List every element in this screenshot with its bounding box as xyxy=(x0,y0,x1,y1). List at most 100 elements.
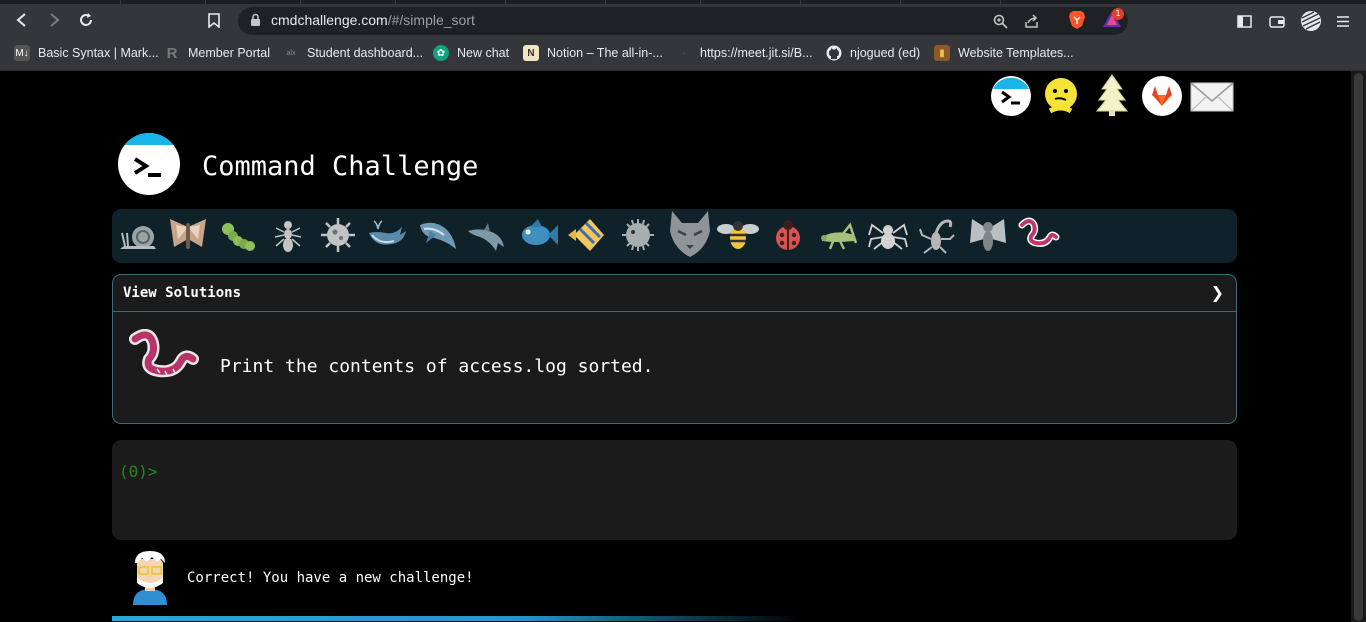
back-arrow-icon xyxy=(16,13,26,27)
reload-button[interactable] xyxy=(74,8,98,32)
bookmarks-bar: M↓ Basic Syntax | Mark... R Member Portal … xyxy=(0,37,1366,71)
oops-link[interactable]: · xyxy=(1041,75,1083,118)
jitsi-icon: · xyxy=(682,47,686,59)
bee-icon[interactable] xyxy=(716,213,760,257)
bookmark-page-button[interactable] xyxy=(202,8,226,32)
fish-icon[interactable] xyxy=(516,213,560,257)
templates-icon: ▮ xyxy=(934,45,950,61)
challenge-creature-bar xyxy=(112,209,1237,263)
forward-arrow-icon xyxy=(50,13,60,27)
bookmark-item-jitsi[interactable]: · https://meet.jit.si/B... xyxy=(676,43,813,63)
snail-icon[interactable] xyxy=(116,213,160,257)
url-host: cmdchallenge.com xyxy=(271,12,388,28)
bookmark-icon xyxy=(208,12,220,28)
fly-icon[interactable] xyxy=(966,213,1010,257)
url-text[interactable]: cmdchallenge.com/#/simple_sort xyxy=(271,12,475,28)
bookmark-item-student-dashboard[interactable]: alx Student dashboard... xyxy=(283,43,424,63)
notion-icon: N xyxy=(523,45,539,61)
scrollbar-thumb[interactable] xyxy=(1354,73,1363,621)
gitlab-link[interactable] xyxy=(1141,75,1183,117)
bookmark-item-notion[interactable]: N Notion – The all-in-... xyxy=(523,43,663,63)
zoom-icon xyxy=(993,14,1008,29)
bookmark-label: New chat xyxy=(457,46,510,60)
ant-icon[interactable] xyxy=(266,213,310,257)
worm-challenge-icon xyxy=(129,329,199,378)
browser-toolbar: cmdchallenge.com/#/simple_sort 1 xyxy=(0,4,1366,37)
svg-text:·: · xyxy=(1067,107,1070,117)
gitlab-icon xyxy=(1142,76,1182,116)
sidebar-icon xyxy=(1236,14,1252,28)
rewards-badge: 1 xyxy=(1112,8,1124,20)
brave-shields-icon[interactable] xyxy=(1068,10,1086,30)
bookmark-item-website-templates[interactable]: ▮ Website Templates... xyxy=(934,43,1074,63)
progress-bar xyxy=(112,616,802,621)
prompt-caret: > xyxy=(147,462,158,481)
terminal-prompt: (0)> xyxy=(119,462,158,481)
bookmark-item-basic-syntax[interactable]: M↓ Basic Syntax | Mark... xyxy=(14,43,159,63)
lock-icon[interactable] xyxy=(250,13,261,27)
bookmark-item-new-chat[interactable]: ✿ New chat xyxy=(433,43,509,63)
reload-icon xyxy=(80,13,92,26)
menu-button[interactable] xyxy=(1332,10,1354,32)
wolf-icon[interactable] xyxy=(666,209,714,259)
cmdchallenge-link[interactable] xyxy=(990,75,1032,117)
wallet-icon xyxy=(1269,15,1285,28)
wallet-button[interactable] xyxy=(1266,10,1288,32)
brave-rewards-button[interactable]: 1 xyxy=(1102,8,1126,30)
zoom-button[interactable] xyxy=(991,12,1009,30)
dolphin-icon[interactable] xyxy=(466,213,510,257)
view-solutions-toggle[interactable]: View Solutions ❯ xyxy=(113,275,1236,312)
bookmark-label: Member Portal xyxy=(188,46,270,60)
moth-icon[interactable] xyxy=(166,213,210,257)
challenge-description: Print the contents of access.log sorted. xyxy=(220,356,654,377)
contact-link[interactable] xyxy=(1190,75,1234,117)
shark-icon[interactable] xyxy=(416,213,460,257)
caterpillar-icon[interactable] xyxy=(216,213,260,257)
view-solutions-label: View Solutions xyxy=(123,285,242,301)
markdown-icon: M↓ xyxy=(14,45,30,61)
back-button[interactable] xyxy=(10,8,34,32)
bookmark-item-github[interactable]: njogued (ed) xyxy=(826,43,920,63)
grasshopper-icon[interactable] xyxy=(816,213,860,257)
site-logo[interactable] xyxy=(118,133,180,195)
oops-icon: · xyxy=(1045,78,1077,118)
profile-stripes-icon xyxy=(1301,11,1321,31)
bookmark-label: https://meet.jit.si/B... xyxy=(700,46,813,60)
terminal-logo-icon xyxy=(118,133,180,177)
share-button[interactable] xyxy=(1022,12,1040,30)
bookmark-label: Student dashboard... xyxy=(307,46,424,60)
forward-button[interactable] xyxy=(42,8,66,32)
alx-icon: alx xyxy=(286,49,296,57)
bookmark-label: Notion – The all-in-... xyxy=(547,46,663,60)
ladybug-icon[interactable] xyxy=(766,213,810,257)
bookmark-label: njogued (ed) xyxy=(850,46,921,60)
page-content: · Command Challenge View Solutions ❯ Pri… xyxy=(0,71,1366,622)
prompt-count: (0) xyxy=(119,462,148,481)
mail-icon xyxy=(1190,82,1234,112)
virus-icon[interactable] xyxy=(316,213,360,257)
address-bar[interactable]: cmdchallenge.com/#/simple_sort xyxy=(238,7,1128,35)
profile-button[interactable] xyxy=(1300,10,1322,32)
bookmark-item-member-portal[interactable]: R Member Portal xyxy=(164,43,270,63)
r-logo-icon: R xyxy=(166,44,178,62)
scorpion-icon[interactable] xyxy=(916,213,960,257)
sidebar-toggle-button[interactable] xyxy=(1233,10,1255,32)
page-title: Command Challenge xyxy=(202,151,479,182)
terminal-input[interactable]: (0)> xyxy=(112,440,1237,540)
twelve-days-link[interactable] xyxy=(1091,73,1133,116)
status-message: Correct! You have a new challenge! xyxy=(187,570,474,586)
page-scrollbar[interactable] xyxy=(1351,71,1366,622)
spider-icon[interactable] xyxy=(866,213,910,257)
christmas-tree-icon xyxy=(1095,74,1129,116)
challenge-panel: View Solutions ❯ Print the contents of a… xyxy=(112,274,1237,424)
worm-icon[interactable] xyxy=(1016,213,1060,257)
url-path: /#/simple_sort xyxy=(387,12,475,28)
angelfish-icon[interactable] xyxy=(566,213,610,257)
whale-icon[interactable] xyxy=(366,213,410,257)
avatar xyxy=(133,551,167,605)
hamburger-menu-icon xyxy=(1337,15,1349,27)
openai-icon: ✿ xyxy=(433,45,449,61)
cmdchallenge-icon xyxy=(991,76,1031,116)
share-icon xyxy=(1024,13,1038,28)
pufferfish-icon[interactable] xyxy=(616,213,660,257)
